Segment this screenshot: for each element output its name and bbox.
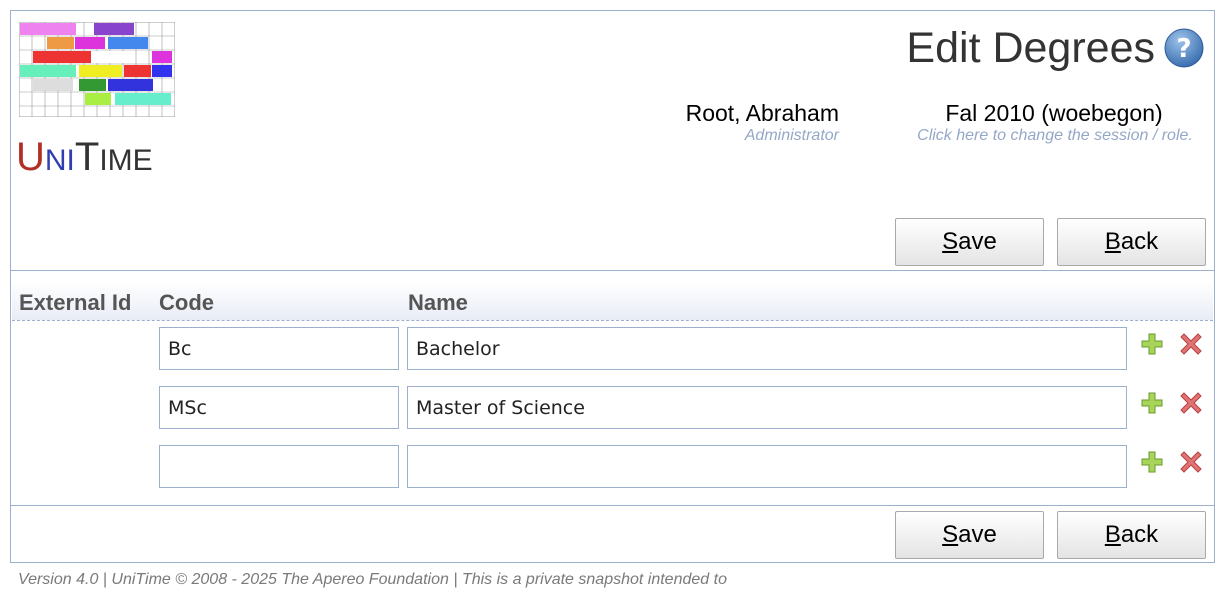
code-input[interactable] — [159, 386, 399, 429]
header-divider — [10, 270, 1215, 271]
back-button-label: ack — [1120, 228, 1159, 255]
code-input[interactable] — [159, 327, 399, 370]
unitime-wordmark: U NI T IME — [16, 135, 153, 179]
delete-icon[interactable] — [1179, 332, 1203, 356]
delete-icon[interactable] — [1179, 450, 1203, 474]
help-icon[interactable]: ? — [1164, 28, 1204, 68]
back-button-label: ack — [1120, 521, 1159, 548]
save-button[interactable]: Save — [895, 218, 1044, 266]
table-header: External Id Code Name — [12, 282, 1213, 321]
name-input[interactable] — [407, 445, 1127, 488]
column-header-name: Name — [408, 290, 468, 315]
save-button-accesskey: S — [942, 228, 959, 255]
session-name[interactable]: Fal 2010 (woebegon) — [904, 100, 1204, 127]
back-button-bottom[interactable]: Back — [1057, 511, 1206, 559]
save-button-label: ave — [958, 521, 997, 548]
user-role: Administrator — [744, 127, 839, 144]
logo-letters-ime: IME — [99, 144, 153, 177]
session-change-link[interactable]: Click here to change the session / role. — [880, 127, 1226, 145]
footer-text: Version 4.0 | UniTime © 2008 - 2025 The … — [18, 571, 727, 588]
code-input[interactable] — [159, 445, 399, 488]
logo-letter-t: T — [74, 135, 100, 179]
column-header-external-id: External Id — [19, 290, 132, 315]
delete-icon[interactable] — [1179, 391, 1203, 415]
add-icon[interactable] — [1140, 391, 1164, 415]
svg-text:?: ? — [1176, 34, 1191, 64]
page-title: Edit Degrees — [906, 24, 1155, 72]
column-header-code: Code — [159, 290, 214, 315]
footer-divider — [10, 505, 1215, 506]
save-button-bottom[interactable]: Save — [895, 511, 1044, 559]
add-icon[interactable] — [1140, 332, 1164, 356]
name-input[interactable] — [407, 327, 1127, 370]
name-input[interactable] — [407, 386, 1127, 429]
user-name[interactable]: Root, Abraham — [686, 100, 839, 127]
unitime-logo-icon — [19, 22, 175, 117]
back-button-accesskey: B — [1104, 228, 1121, 255]
logo-letter-u: U — [16, 135, 45, 179]
back-button-accesskey: B — [1104, 521, 1121, 548]
save-button-label: ave — [958, 228, 997, 255]
save-button-accesskey: S — [942, 521, 959, 548]
logo-letters-ni: NI — [44, 144, 75, 177]
add-icon[interactable] — [1140, 450, 1164, 474]
back-button[interactable]: Back — [1057, 218, 1206, 266]
